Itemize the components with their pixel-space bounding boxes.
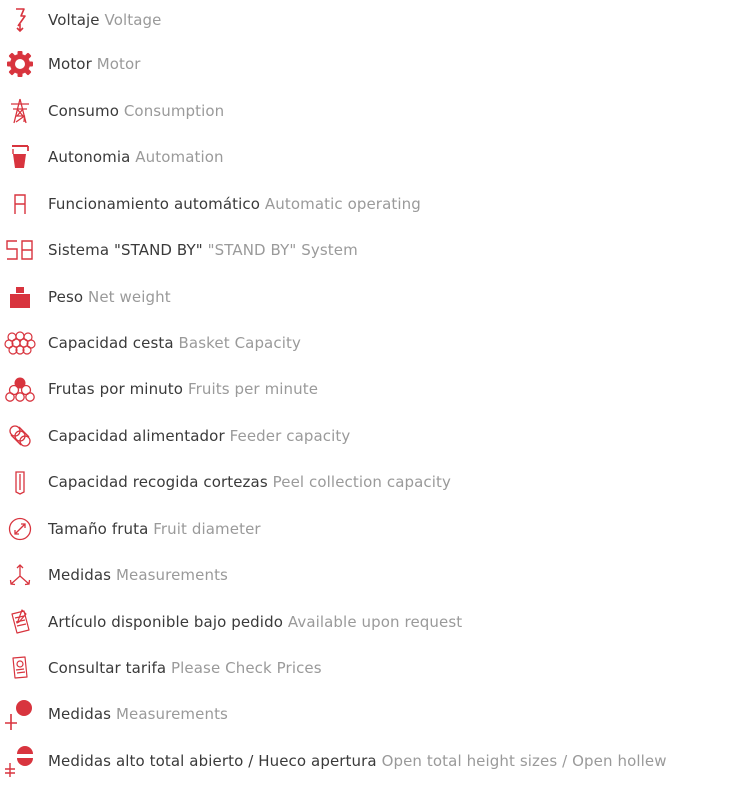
legend-label-es: Peso	[48, 288, 84, 306]
standby-sb-icon	[0, 230, 40, 270]
price-list-icon	[0, 648, 40, 688]
legend-label-en: Feeder capacity	[229, 427, 351, 445]
power-tower-icon	[0, 91, 40, 131]
icon-legend: Voltaje Voltage Motor Motor Consumo Cons…	[0, 0, 729, 798]
legend-label-es: Sistema "STAND BY"	[48, 241, 203, 259]
legend-label-es: Artículo disponible bajo pedido	[48, 613, 283, 631]
weight-icon	[0, 277, 40, 317]
open-height-icon	[0, 741, 40, 781]
legend-label-es: Capacidad recogida cortezas	[48, 473, 268, 491]
peel-container-icon	[0, 462, 40, 502]
legend-label-es: Motor	[48, 55, 92, 73]
legend-label-en: Fruit diameter	[153, 520, 261, 538]
legend-label-en: Consumption	[123, 102, 225, 120]
legend-label-en: Measurements	[115, 705, 228, 723]
legend-item-feeder: Capacidad alimentador Feeder capacity	[0, 416, 729, 456]
legend-label-es: Capacidad cesta	[48, 334, 174, 352]
legend-item-fruits: Frutas por minuto Fruits per minute	[0, 369, 729, 409]
basket-icon	[0, 323, 40, 363]
legend-label-en: Please Check Prices	[171, 659, 322, 677]
legend-label-es: Capacidad alimentador	[48, 427, 225, 445]
legend-label-en: Voltage	[104, 11, 162, 29]
legend-item-automatic: Funcionamiento automático Automatic oper…	[0, 184, 729, 224]
legend-label-en: Available upon request	[287, 613, 463, 631]
measurements-axes-icon	[0, 555, 40, 595]
legend-label-es: Tamaño fruta	[48, 520, 149, 538]
legend-label-es: Funcionamiento automático	[48, 195, 260, 213]
legend-label-es: Frutas por minuto	[48, 380, 184, 398]
legend-label-es: Consultar tarifa	[48, 659, 167, 677]
legend-label-es: Voltaje	[48, 11, 100, 29]
legend-label-en: Net weight	[88, 288, 171, 306]
legend-label-es: Medidas	[48, 566, 112, 584]
legend-label-en: Automation	[135, 148, 224, 166]
legend-label-en: Basket Capacity	[178, 334, 301, 352]
glass-icon	[0, 137, 40, 177]
legend-item-motor: Motor Motor	[0, 44, 729, 84]
legend-label-es: Consumo	[48, 102, 119, 120]
legend-label-en: Peel collection capacity	[272, 473, 451, 491]
legend-label-en: Automatic operating	[264, 195, 421, 213]
legend-label-en: Motor	[96, 55, 141, 73]
legend-item-weight: Peso Net weight	[0, 277, 729, 317]
legend-label-es: Autonomia	[48, 148, 131, 166]
legend-item-voltage: Voltaje Voltage	[0, 0, 729, 40]
legend-item-basket: Capacidad cesta Basket Capacity	[0, 323, 729, 363]
legend-label-en: Fruits per minute	[187, 380, 319, 398]
legend-item-prices: Consultar tarifa Please Check Prices	[0, 648, 729, 688]
legend-label-es: Medidas alto total abierto / Hueco apert…	[48, 752, 377, 770]
legend-item-peel: Capacidad recogida cortezas Peel collect…	[0, 462, 729, 502]
diameter-icon	[0, 509, 40, 549]
legend-item-diameter: Tamaño fruta Fruit diameter	[0, 509, 729, 549]
legend-item-standby: Sistema "STAND BY" "STAND BY" System	[0, 230, 729, 270]
measurements-circle-icon	[0, 694, 40, 734]
order-document-icon	[0, 602, 40, 642]
fruits-icon	[0, 369, 40, 409]
legend-item-consumption: Consumo Consumption	[0, 91, 729, 131]
legend-item-measurements-circle: Medidas Measurements	[0, 694, 729, 734]
legend-label-en: Open total height sizes / Open hollew	[381, 752, 667, 770]
legend-item-autonomia: Autonomia Automation	[0, 137, 729, 177]
legend-item-measurements: Medidas Measurements	[0, 555, 729, 595]
legend-label-en: "STAND BY" System	[207, 241, 358, 259]
motor-gear-icon	[0, 44, 40, 84]
voltage-icon	[0, 0, 40, 40]
legend-item-open-height: Medidas alto total abierto / Hueco apert…	[0, 741, 729, 781]
feeder-icon	[0, 416, 40, 456]
automatic-a-icon	[0, 184, 40, 224]
legend-item-order: Artículo disponible bajo pedido Availabl…	[0, 602, 729, 642]
legend-label-es: Medidas	[48, 705, 112, 723]
legend-label-en: Measurements	[115, 566, 228, 584]
